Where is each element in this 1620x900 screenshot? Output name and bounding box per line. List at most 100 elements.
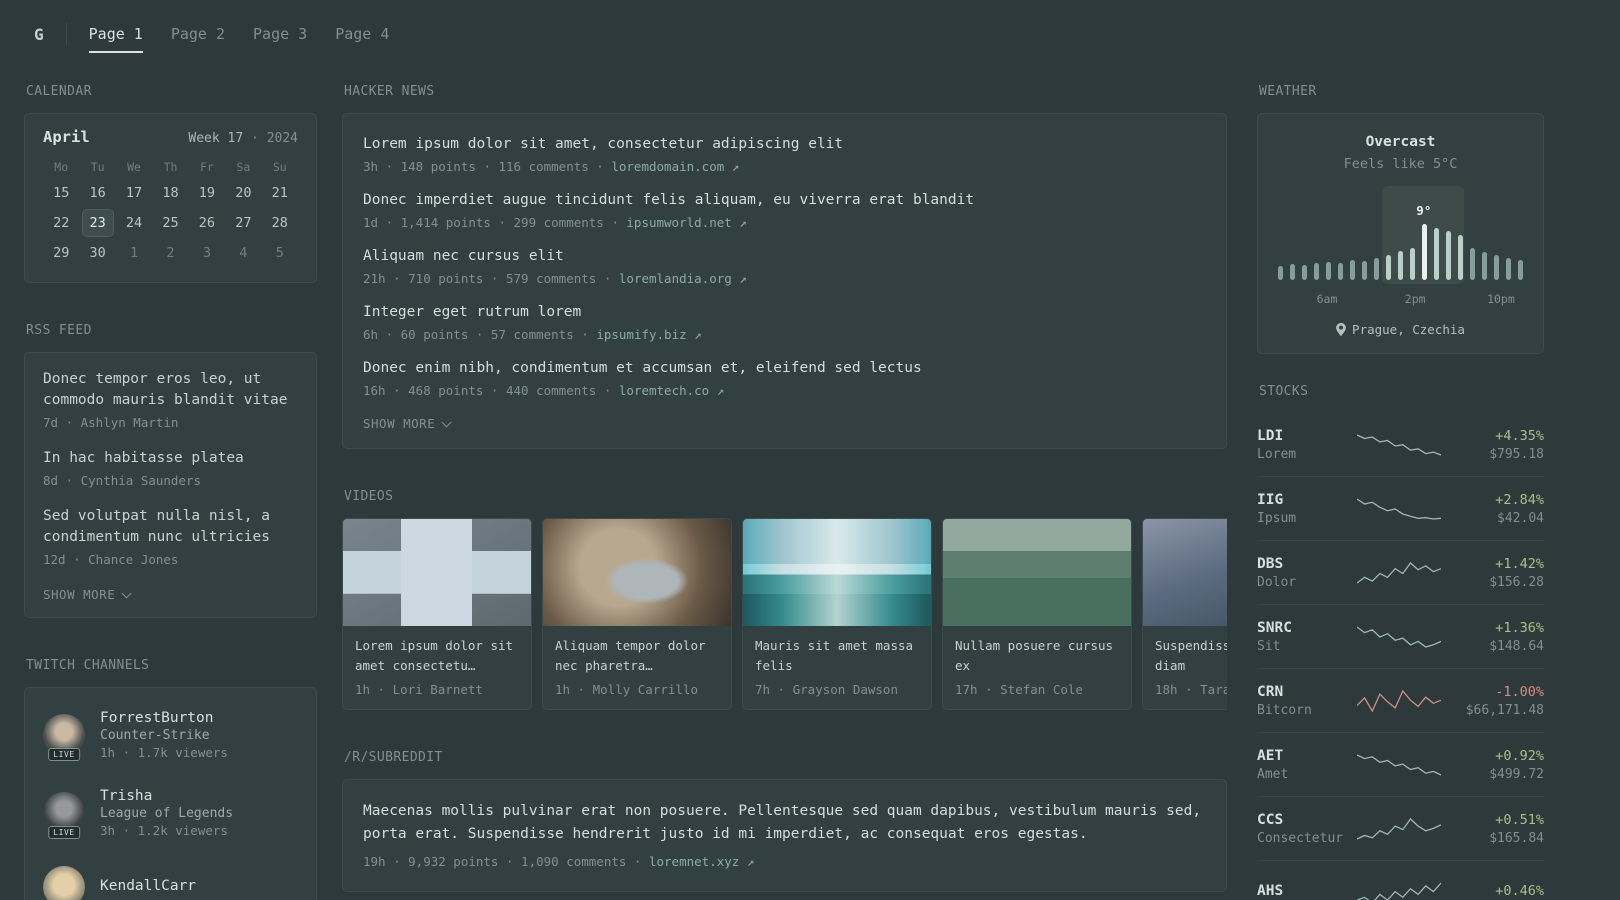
weekday-label: Su [272,160,287,174]
video-title[interactable]: Aliquam tempor dolor nec pharetra… [555,636,719,678]
subreddit-source-link[interactable]: loremnet.xyz ↗ [649,854,754,869]
weather-widget: WEATHER Overcast Feels like 5°C 9° 6am 2… [1257,84,1544,354]
page-tabs: Page 1 Page 2 Page 3 Page 4 [88,19,389,53]
video-thumbnail[interactable] [343,519,531,626]
video-card: Nullam posuere cursus ex 17h · Stefan Co… [942,518,1132,710]
stock-row[interactable]: DBS Dolor +1.42% $156.28 [1257,541,1544,605]
avatar [43,866,85,900]
location-pin-icon [1336,323,1346,336]
left-column: CALENDAR April Week 17 · 2024 Mo Tu We T… [24,84,317,900]
hackernews-source-link[interactable]: loremlandia.org ↗ [619,271,747,286]
hackernews-item-title[interactable]: Integer eget rutrum lorem [363,302,1206,323]
twitch-channel-name: KendallCarr [100,878,197,894]
video-thumbnail[interactable] [543,519,731,626]
video-thumbnail[interactable] [943,519,1131,626]
hackernews-source-link[interactable]: loremtech.co ↗ [619,383,724,398]
calendar-header: April Week 17 · 2024 [43,128,298,146]
video-card-body: Lorem ipsum dolor sit amet consectetu… 1… [343,626,531,709]
middle-column: HACKER NEWS Lorem ipsum dolor sit amet, … [342,84,1227,900]
twitch-channel-meta: 1h · 1.7k viewers [100,745,228,760]
calendar-day-next-month: 3 [202,245,211,261]
stock-row[interactable]: AET Amet +0.92% $499.72 [1257,733,1544,797]
weekday-label: Sa [236,160,251,174]
weather-hour-labels: 6am 2pm 10pm [1278,292,1523,306]
stock-sparkline [1356,497,1441,520]
weather-chart: 9° [1278,186,1523,284]
stock-symbol: DBS [1257,555,1284,572]
video-title[interactable]: Suspendisse diam [1155,636,1227,678]
stock-row[interactable]: AHS +0.46% [1257,861,1544,900]
stock-name: Sit [1257,638,1281,654]
chevron-down-icon [441,417,452,427]
video-title[interactable]: Lorem ipsum dolor sit amet consectetu… [355,636,519,678]
hackernews-item-title[interactable]: Aliquam nec cursus elit [363,246,1206,267]
rss-item-title[interactable]: Sed volutpat nulla nisl, a condimentum n… [43,506,298,548]
rss-item: Donec tempor eros leo, ut commodo mauris… [43,369,298,430]
stock-price: $148.64 [1489,638,1544,654]
stock-change: -1.00% [1495,683,1544,700]
stock-row[interactable]: CRN Bitcorn -1.00% $66,171.48 [1257,669,1544,733]
tab-page-4[interactable]: Page 4 [335,19,389,49]
stock-name: Ipsum [1257,510,1297,526]
stock-change: +1.42% [1495,555,1544,572]
stock-symbol: IIG [1257,491,1284,508]
twitch-channel-row[interactable]: KendallCarr [43,852,298,900]
hackernews-source-link[interactable]: loremdomain.com ↗ [611,159,739,174]
hackernews-item-title[interactable]: Lorem ipsum dolor sit amet, consectetur … [363,134,1206,155]
video-card-body: Aliquam tempor dolor nec pharetra… 1h · … [543,626,731,709]
hackernews-item-meta: 1d · 1,414 points · 299 comments · ipsum… [363,215,1206,230]
rss-item: Sed volutpat nulla nisl, a condimentum n… [43,506,298,567]
video-card-body: Suspendisse diam 18h · Tara [1143,626,1227,709]
hackernews-item-meta: 16h · 468 points · 440 comments · loremt… [363,383,1206,398]
stock-price: $42.04 [1497,510,1544,526]
stock-row[interactable]: LDI Lorem +4.35% $795.18 [1257,413,1544,477]
twitch-channel-row[interactable]: LIVE ForrestBurton Counter-Strike 1h · 1… [43,696,298,774]
tab-page-3[interactable]: Page 3 [253,19,307,49]
calendar-week: Week 17 · 2024 [188,131,298,146]
video-thumbnail[interactable] [743,519,931,626]
twitch-channel-game: Counter-Strike [100,728,210,743]
hackernews-item: Donec imperdiet augue tincidunt felis al… [363,190,1206,230]
video-title[interactable]: Nullam posuere cursus ex [955,636,1119,678]
rss-item-meta: 12d · Chance Jones [43,552,179,567]
weather-location: Prague, Czechia [1278,322,1523,337]
hackernews-source-link[interactable]: ipsumworld.net ↗ [626,215,746,230]
hackernews-item-meta: 6h · 60 points · 57 comments · ipsumify.… [363,327,1206,342]
stock-row[interactable]: CCS Consectetur +0.51% $165.84 [1257,797,1544,861]
hackernews-item-title[interactable]: Donec imperdiet augue tincidunt felis al… [363,190,1206,211]
stock-change: +2.84% [1495,491,1544,508]
video-thumbnail[interactable] [1143,519,1227,626]
twitch-widget: TWITCH CHANNELS LIVE ForrestBurton Count… [24,658,317,900]
hackernews-show-more-button[interactable]: SHOW MORE [363,416,452,431]
hackernews-source-link[interactable]: ipsumify.biz ↗ [596,327,701,342]
stock-row[interactable]: IIG Ipsum +2.84% $42.04 [1257,477,1544,541]
stock-sparkline [1356,753,1441,776]
stock-sparkline [1356,689,1441,712]
rss-show-more-label: SHOW MORE [43,587,116,602]
calendar-day-next-month: 2 [166,245,175,261]
rss-widget: RSS FEED Donec tempor eros leo, ut commo… [24,323,317,618]
stock-price: $165.84 [1489,830,1544,846]
stock-change: +4.35% [1495,427,1544,444]
weekday-label: Mo [54,160,69,174]
twitch-channel-row[interactable]: LIVE Trisha League of Legends 3h · 1.2k … [43,774,298,852]
calendar-day: 30 [89,245,106,261]
hackernews-item-title[interactable]: Donec enim nibh, condimentum et accumsan… [363,358,1206,379]
tab-page-2[interactable]: Page 2 [171,19,225,49]
rss-show-more-button[interactable]: SHOW MORE [43,587,132,602]
app-logo[interactable]: G [34,25,44,44]
stocks-list: LDI Lorem +4.35% $795.18 IIG Ipsum +2.84% $4… [1257,413,1544,900]
calendar-day-next-month: 5 [275,245,284,261]
tab-page-1[interactable]: Page 1 [88,19,144,53]
rss-item-title[interactable]: In hac habitasse platea [43,448,298,469]
rss-item-title[interactable]: Donec tempor eros leo, ut commodo mauris… [43,369,298,411]
video-card: Aliquam tempor dolor nec pharetra… 1h · … [542,518,732,710]
stock-price: $156.28 [1489,574,1544,590]
subreddit-post-title[interactable]: Maecenas mollis pulvinar erat non posuer… [363,800,1206,846]
video-title[interactable]: Mauris sit amet massa felis [755,636,919,678]
hackernews-section-title: HACKER NEWS [344,84,435,99]
stock-row[interactable]: SNRC Sit +1.36% $148.64 [1257,605,1544,669]
hackernews-card: Lorem ipsum dolor sit amet, consectetur … [342,113,1227,449]
rss-item-meta: 7d · Ashlyn Martin [43,415,179,430]
rss-section-title: RSS FEED [26,323,92,338]
